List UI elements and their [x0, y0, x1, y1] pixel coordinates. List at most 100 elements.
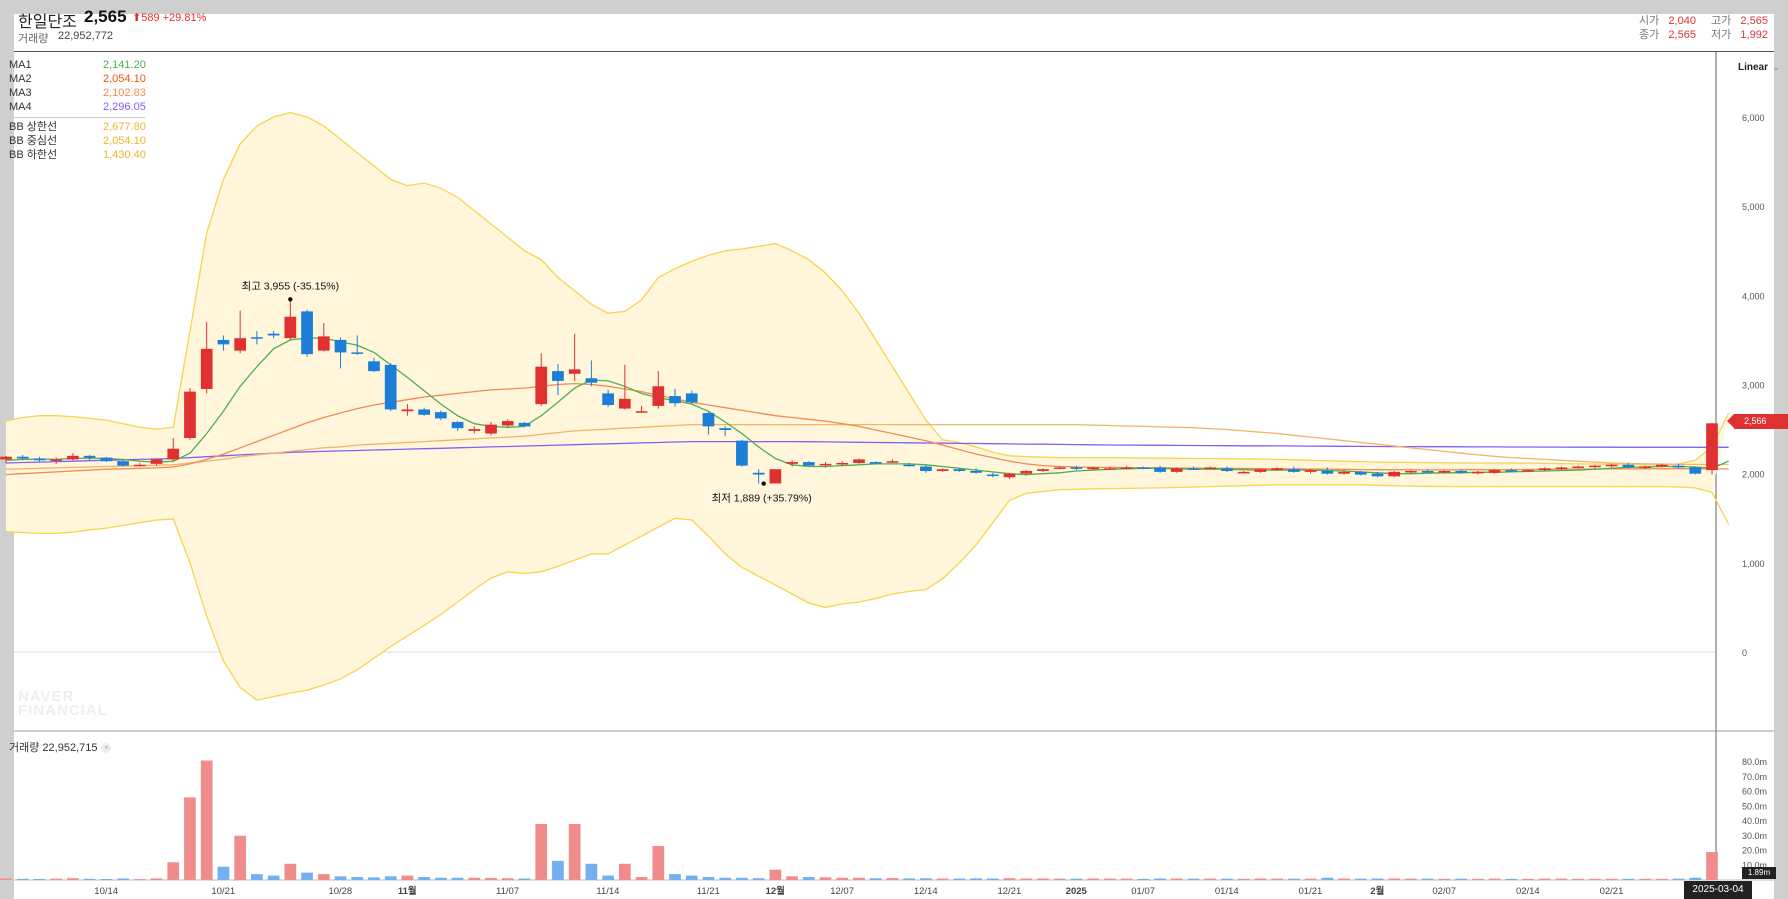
volume-bar [267, 875, 280, 880]
volume-bar [184, 797, 196, 880]
x-tick-label: 11/14 [596, 886, 619, 897]
x-tick-label: 2월 [1370, 885, 1384, 897]
volume-bar [1137, 878, 1150, 880]
volume-bar [986, 878, 999, 880]
x-tick-label: 12/07 [830, 886, 854, 897]
volume-bar [1488, 878, 1501, 880]
candle-body [1471, 471, 1484, 474]
volume-bar [853, 877, 865, 880]
volume-bar [1187, 878, 1200, 880]
volume-bar [1020, 878, 1033, 880]
y-tick-label: 0 [1742, 648, 1747, 658]
high-annotation: 최고 3,955 (-35.15%) [242, 280, 340, 292]
candle-body [284, 316, 297, 339]
volume-bar [1221, 878, 1233, 880]
legend-ma4[interactable]: MA4 2,296.05 [9, 100, 146, 114]
candle-body [736, 440, 748, 466]
candle-body [1087, 467, 1100, 470]
candle-body [1003, 473, 1016, 478]
volume-bar [284, 863, 297, 880]
volume-bar [1605, 878, 1618, 880]
volume-bar [685, 875, 698, 880]
candle-body [150, 459, 163, 464]
volume-bar [1003, 878, 1016, 880]
volume-bar [351, 877, 364, 880]
x-tick-label: 02/21 [1600, 886, 1624, 897]
legend-ma1[interactable]: MA1 2,141.20 [9, 58, 146, 72]
volume-bar [501, 878, 514, 880]
volume-bar [903, 878, 916, 880]
legend-bb-lower[interactable]: BB 하한선 1,430.40 [9, 148, 146, 162]
legend-ma2[interactable]: MA2 2,054.10 [9, 72, 146, 86]
candle-body [1053, 467, 1066, 469]
candle-body [618, 398, 631, 409]
candle-body [1070, 467, 1083, 469]
indicator-legend: MA1 2,141.20 MA2 2,054.10 MA3 2,102.83 MA4 2… [9, 58, 146, 162]
candle-body [1488, 470, 1501, 473]
candle-body [200, 348, 213, 389]
x-tick-label: 12월 [766, 885, 785, 897]
volume-bar [1421, 878, 1434, 880]
candle-body [1555, 467, 1568, 469]
candle-body [384, 364, 397, 410]
volume-label: 거래량 [18, 33, 49, 45]
close-icon[interactable]: × [101, 743, 112, 754]
scale-mode-button[interactable]: Linear ⌄ [1738, 62, 1780, 73]
candle-body [786, 462, 798, 464]
volume-bar [133, 879, 146, 881]
stock-chart[interactable]: 01,0002,0003,0004,0005,0006,00010.0m20.0… [0, 0, 1788, 899]
candle-body [1271, 468, 1283, 471]
x-tick-label: 12/21 [997, 886, 1021, 897]
volume-tick-label: 50.0m [1742, 801, 1767, 811]
candle-body [1288, 469, 1300, 472]
x-tick-label: 11월 [398, 885, 417, 897]
candle-body [1338, 471, 1350, 474]
candle-body [184, 391, 196, 438]
candle-body [1037, 469, 1049, 471]
volume-bar [1271, 878, 1283, 880]
volume-bar [67, 878, 79, 880]
volume-bar [836, 877, 849, 880]
y-tick-label: 2,000 [1742, 470, 1765, 480]
volume-bar [1672, 878, 1685, 880]
volume-tick-label: 80.0m [1742, 757, 1767, 767]
volume-bar [635, 877, 648, 880]
candle-body [167, 448, 180, 460]
legend-bb-upper[interactable]: BB 상한선 2,677.80 [9, 120, 146, 134]
candle-body [485, 424, 497, 434]
candle-body [869, 462, 882, 464]
candle-body [1020, 470, 1033, 474]
volume-bar [334, 876, 347, 880]
volume-bar [1104, 878, 1116, 880]
candle-body [1522, 470, 1534, 472]
candle-body [518, 422, 531, 427]
volume-bar [1522, 878, 1534, 880]
bollinger-band-fill [6, 112, 1729, 701]
candle-body [1639, 466, 1651, 469]
candle-body [819, 463, 832, 466]
candle-body [986, 474, 999, 477]
stock-name: 한일단조 [18, 14, 77, 31]
legend-bb-middle[interactable]: BB 중심선 2,054.10 [9, 134, 146, 148]
candle-body [1706, 423, 1718, 471]
x-tick-label: 10/14 [94, 886, 118, 897]
legend-ma3[interactable]: MA3 2,102.83 [9, 86, 146, 100]
volume-bar [652, 846, 665, 880]
candle-body [1572, 466, 1585, 469]
volume-bar [1471, 878, 1484, 880]
volume-bar [1689, 877, 1702, 880]
volume-bar [384, 876, 397, 880]
volume-bar [1388, 878, 1401, 880]
candle-body [1505, 470, 1518, 472]
volume-bar [1338, 878, 1350, 880]
x-tick-label: 2025 [1066, 886, 1088, 897]
candle-body [334, 339, 347, 353]
candle-body [802, 462, 815, 466]
x-tick-label: 11/21 [697, 886, 720, 897]
volume-bar [317, 874, 330, 880]
low-marker [761, 481, 766, 486]
candle-body [970, 470, 982, 473]
volume-bar [602, 875, 614, 880]
candle-body [1321, 470, 1334, 474]
volume-bar [1237, 878, 1250, 880]
